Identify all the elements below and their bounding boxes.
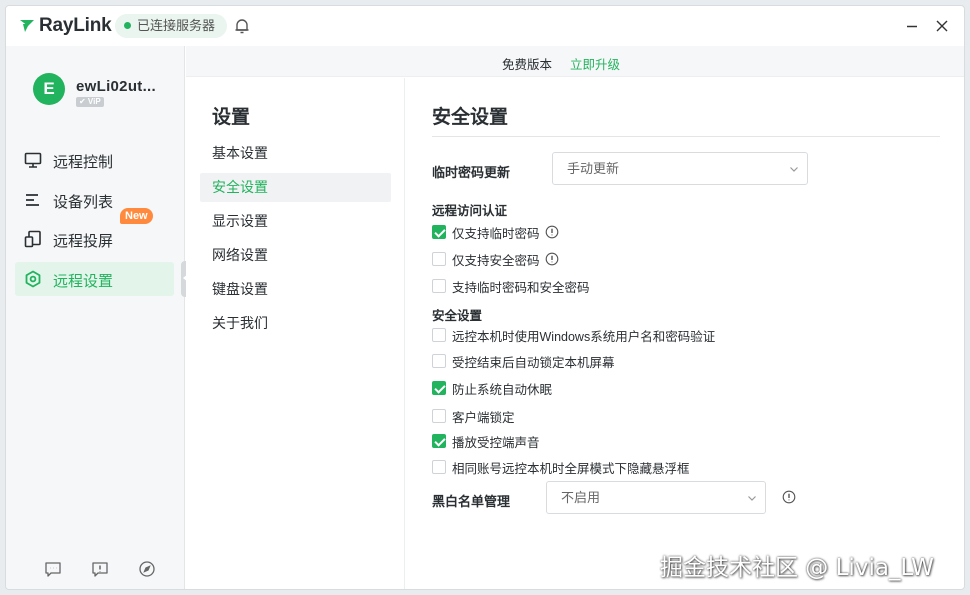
auth-option-secure-only[interactable]: 仅支持安全密码 bbox=[432, 251, 559, 268]
page-title: 安全设置 bbox=[432, 107, 509, 128]
settings-menu: 设置 基本设置 安全设置 显示设置 网络设置 键盘设置 关于我们 bbox=[186, 78, 405, 589]
auth-option-both[interactable]: 支持临时密码和安全密码 bbox=[432, 278, 590, 295]
status-dot-icon bbox=[124, 22, 131, 29]
checkbox-label: 远控本机时使用Windows系统用户名和密码验证 bbox=[452, 329, 716, 344]
title-divider bbox=[432, 136, 940, 137]
bell-icon[interactable] bbox=[233, 17, 251, 35]
settings-title: 设置 bbox=[212, 107, 251, 128]
list-icon bbox=[26, 194, 39, 206]
option-hide-float[interactable]: 相同账号远控本机时全屏模式下隐藏悬浮框 bbox=[432, 459, 690, 476]
option-prevent-sleep[interactable]: 防止系统自动休眠 bbox=[432, 380, 553, 397]
checkbox[interactable] bbox=[432, 328, 446, 342]
checkbox[interactable] bbox=[432, 381, 446, 395]
checkbox[interactable] bbox=[432, 354, 446, 368]
remote-auth-heading: 远程访问认证 bbox=[432, 204, 508, 218]
checkbox-label: 支持临时密码和安全密码 bbox=[452, 280, 590, 295]
checkbox-label: 仅支持临时密码 bbox=[452, 226, 540, 241]
menu-item-keyboard[interactable]: 键盘设置 bbox=[200, 275, 391, 304]
checkbox[interactable] bbox=[432, 225, 446, 239]
security-settings-panel: 安全设置 临时密码更新 手动更新 远程访问认证 仅支持临时密码 仅支持安全密码 … bbox=[406, 78, 964, 589]
sidebar-item-remote-settings[interactable]: 远程设置 bbox=[15, 262, 174, 296]
username[interactable]: ewLi02ut... bbox=[76, 78, 156, 95]
settings-icon bbox=[25, 270, 41, 288]
edition-bar: 免费版本 立即升级 bbox=[186, 46, 964, 77]
checkbox[interactable] bbox=[432, 279, 446, 293]
sidebar-item-label: 远程控制 bbox=[53, 154, 114, 171]
option-client-lock[interactable]: 客户端锁定 bbox=[432, 408, 515, 425]
checkbox-label: 受控结束后自动锁定本机屏幕 bbox=[452, 355, 615, 370]
menu-item-display[interactable]: 显示设置 bbox=[200, 207, 391, 236]
title-bar: RayLink 已连接服务器 bbox=[6, 6, 964, 46]
info-icon[interactable] bbox=[545, 252, 559, 266]
chevron-down-icon bbox=[790, 167, 798, 172]
upgrade-link[interactable]: 立即升级 bbox=[570, 54, 620, 73]
temp-password-select[interactable]: 手动更新 bbox=[552, 152, 808, 185]
menu-item-basic[interactable]: 基本设置 bbox=[200, 139, 391, 168]
cast-icon bbox=[24, 230, 41, 248]
server-status-text: 已连接服务器 bbox=[137, 18, 216, 33]
chevron-down-icon bbox=[748, 496, 756, 501]
security-options-heading: 安全设置 bbox=[432, 309, 483, 323]
option-play-sound[interactable]: 播放受控端声音 bbox=[432, 433, 540, 450]
temp-password-value: 手动更新 bbox=[567, 161, 620, 176]
checkbox-label: 相同账号远控本机时全屏模式下隐藏悬浮框 bbox=[452, 461, 690, 476]
edition-label: 免费版本 bbox=[502, 58, 553, 72]
server-status-badge: 已连接服务器 bbox=[115, 14, 228, 38]
feedback-icon[interactable] bbox=[91, 560, 109, 578]
compass-icon[interactable] bbox=[138, 560, 156, 578]
avatar[interactable]: E bbox=[33, 73, 65, 105]
temp-password-label: 临时密码更新 bbox=[432, 165, 511, 180]
sidebar-item-remote-control[interactable]: 远程控制 bbox=[15, 143, 174, 177]
raylink-logo-icon bbox=[20, 20, 34, 32]
option-auto-lock[interactable]: 受控结束后自动锁定本机屏幕 bbox=[432, 353, 615, 370]
sidebar-item-label: 远程设置 bbox=[53, 273, 114, 290]
sidebar: E ewLi02ut... ✔ ViP 远程控制 设备列表 New 远程投屏 远… bbox=[6, 46, 185, 589]
info-icon[interactable] bbox=[545, 225, 559, 239]
checkbox[interactable] bbox=[432, 409, 446, 423]
blacklist-label: 黑白名单管理 bbox=[432, 494, 511, 509]
menu-item-network[interactable]: 网络设置 bbox=[200, 241, 391, 270]
option-windows-auth[interactable]: 远控本机时使用Windows系统用户名和密码验证 bbox=[432, 327, 716, 344]
checkbox-label: 仅支持安全密码 bbox=[452, 253, 540, 268]
watermark-text: 掘金技术社区 @ Livia_LW bbox=[660, 555, 934, 581]
checkbox-label: 客户端锁定 bbox=[452, 410, 515, 425]
minimize-icon[interactable] bbox=[902, 16, 922, 36]
checkbox[interactable] bbox=[432, 434, 446, 448]
app-logo: RayLink bbox=[19, 15, 112, 37]
close-icon[interactable] bbox=[932, 16, 952, 36]
sidebar-item-screen-cast[interactable]: 远程投屏 bbox=[15, 222, 174, 256]
checkbox[interactable] bbox=[432, 252, 446, 266]
auth-option-temp-only[interactable]: 仅支持临时密码 bbox=[432, 224, 559, 241]
menu-item-security[interactable]: 安全设置 bbox=[200, 173, 391, 202]
checkbox-label: 防止系统自动休眠 bbox=[452, 382, 553, 397]
chat-icon[interactable] bbox=[44, 560, 62, 578]
blacklist-value: 不启用 bbox=[561, 490, 601, 505]
app-logo-text: RayLink bbox=[39, 15, 112, 36]
app-window: RayLink 已连接服务器 E ewLi02ut... ✔ ViP 远程控制 bbox=[5, 5, 965, 590]
info-icon[interactable] bbox=[782, 490, 796, 504]
sidebar-item-label: 设备列表 bbox=[53, 194, 114, 211]
blacklist-select[interactable]: 不启用 bbox=[546, 481, 766, 514]
vip-badge: ✔ ViP bbox=[76, 97, 104, 107]
checkbox-label: 播放受控端声音 bbox=[452, 435, 540, 450]
menu-item-about[interactable]: 关于我们 bbox=[200, 309, 391, 338]
monitor-icon bbox=[24, 152, 42, 168]
checkbox[interactable] bbox=[432, 460, 446, 474]
sidebar-item-label: 远程投屏 bbox=[53, 233, 114, 250]
